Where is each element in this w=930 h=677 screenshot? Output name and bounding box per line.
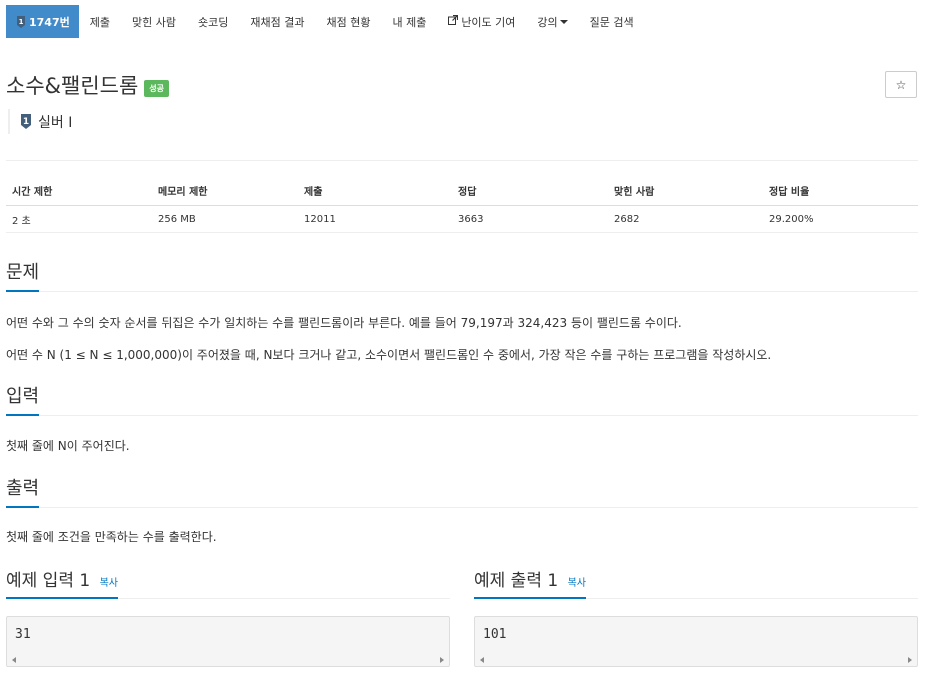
table-row: 2 초 256 MB 12011 3663 2682 29.200%	[6, 206, 918, 233]
tab-short-coding-label: 숏코딩	[197, 15, 229, 29]
time-limit-value: 2 초	[12, 215, 31, 227]
sample-input-box[interactable]: 31	[6, 616, 450, 667]
sample-output-box[interactable]: 101	[474, 616, 918, 667]
copy-sample-output-button[interactable]: 복사	[568, 578, 586, 589]
sample-output-title: 예제 출력 1 복사	[474, 566, 586, 599]
problem-nav: 1 1747번 제출 맞힌 사람 숏코딩 재채점 결과 채점 현황 내 제출 난…	[6, 5, 645, 38]
tab-submit-label: 제출	[89, 15, 110, 29]
sample-output-title-text: 예제 출력 1	[474, 571, 559, 591]
header-accept-ratio: 정답 비율	[769, 186, 810, 198]
header-time-limit: 시간 제한	[12, 186, 53, 198]
input-description: 첫째 줄에 N이 주어진다.	[6, 439, 130, 453]
tab-problem-label: 1747번	[29, 15, 70, 29]
chevron-down-icon	[559, 19, 568, 24]
horizontal-scrollbar[interactable]	[7, 654, 449, 666]
accepted-value: 3663	[458, 213, 484, 225]
tab-question-search[interactable]: 질문 검색	[579, 5, 645, 38]
tab-short-coding[interactable]: 숏코딩	[187, 5, 239, 38]
header-submissions: 제출	[304, 186, 323, 198]
status-badge: 성공	[144, 79, 170, 97]
accept-ratio-value: 29.200%	[769, 213, 814, 225]
svg-text:1: 1	[23, 117, 29, 127]
tab-solved-users[interactable]: 맞힌 사람	[121, 5, 187, 38]
tab-submit[interactable]: 제출	[79, 5, 121, 38]
scroll-right-icon[interactable]	[908, 657, 912, 663]
page-title: 소수&팰린드롬	[6, 74, 139, 98]
copy-sample-input-button[interactable]: 복사	[100, 578, 118, 589]
scroll-left-icon[interactable]	[480, 657, 484, 663]
output-description: 첫째 줄에 조건을 만족하는 수를 출력한다.	[6, 530, 217, 544]
star-icon: ☆	[895, 77, 907, 92]
memory-limit-value: 256 MB	[158, 213, 196, 225]
divider	[6, 160, 918, 161]
tab-difficulty-contribution[interactable]: 난이도 기여	[437, 5, 526, 38]
output-title: 출력	[6, 474, 40, 508]
silver-tier-icon: 1	[16, 15, 26, 28]
solved-users-value: 2682	[614, 213, 640, 225]
sample-input-header: 예제 입력 1 복사	[6, 566, 450, 599]
horizontal-scrollbar[interactable]	[475, 654, 917, 666]
header-memory-limit: 메모리 제한	[158, 186, 208, 198]
tab-judge-status[interactable]: 채점 현황	[315, 5, 381, 38]
input-section-header: 입력	[6, 382, 918, 416]
scroll-right-icon[interactable]	[440, 657, 444, 663]
tab-rejudge-results-label: 재채점 결과	[250, 15, 305, 29]
table-header-row: 시간 제한 메모리 제한 제출 정답 맞힌 사람 정답 비율	[6, 175, 918, 206]
tab-lectures-dropdown[interactable]: 강의	[526, 5, 578, 38]
description-title: 문제	[6, 258, 40, 292]
tab-judge-status-label: 채점 현황	[326, 15, 371, 29]
input-title: 입력	[6, 382, 40, 416]
problem-info-table: 시간 제한 메모리 제한 제출 정답 맞힌 사람 정답 비율 2 초 256 M…	[6, 175, 918, 233]
tier-label: 실버 I	[38, 114, 73, 131]
tab-problem[interactable]: 1 1747번	[6, 5, 79, 38]
problem-title-row: 소수&팰린드롬 성공	[6, 70, 170, 100]
tier-row: 1 실버 I	[8, 109, 72, 134]
scroll-left-icon[interactable]	[12, 657, 16, 663]
tab-my-submissions-label: 내 제출	[392, 15, 427, 29]
sample-input-title: 예제 입력 1 복사	[6, 566, 118, 599]
tab-solved-users-label: 맞힌 사람	[132, 15, 176, 29]
header-accepted: 정답	[458, 186, 477, 198]
silver-tier-icon: 1	[21, 114, 31, 129]
description-paragraph-1: 어떤 수와 그 수의 숫자 순서를 뒤집은 수가 일치하는 수를 팰린드롬이라 …	[6, 316, 682, 330]
submissions-value: 12011	[304, 213, 336, 225]
description-paragraph-2: 어떤 수 N (1 ≤ N ≤ 1,000,000)이 주어졌을 때, N보다 …	[6, 348, 772, 362]
description-section-header: 문제	[6, 258, 918, 292]
tab-my-submissions[interactable]: 내 제출	[381, 5, 437, 38]
sample-input-value: 31	[15, 627, 31, 642]
favorite-button[interactable]: ☆	[885, 71, 917, 98]
sample-input-title-text: 예제 입력 1	[6, 571, 91, 591]
svg-text:1: 1	[19, 18, 24, 26]
sample-output-header: 예제 출력 1 복사	[474, 566, 918, 599]
header-solved-users: 맞힌 사람	[614, 186, 655, 198]
sample-output-value: 101	[483, 627, 507, 642]
tab-question-search-label: 질문 검색	[589, 15, 634, 29]
tab-rejudge-results[interactable]: 재채점 결과	[239, 5, 315, 38]
external-link-icon	[448, 14, 459, 28]
tab-lectures-label: 강의	[537, 15, 558, 29]
output-section-header: 출력	[6, 474, 918, 508]
tab-difficulty-contribution-label: 난이도 기여	[461, 15, 516, 29]
